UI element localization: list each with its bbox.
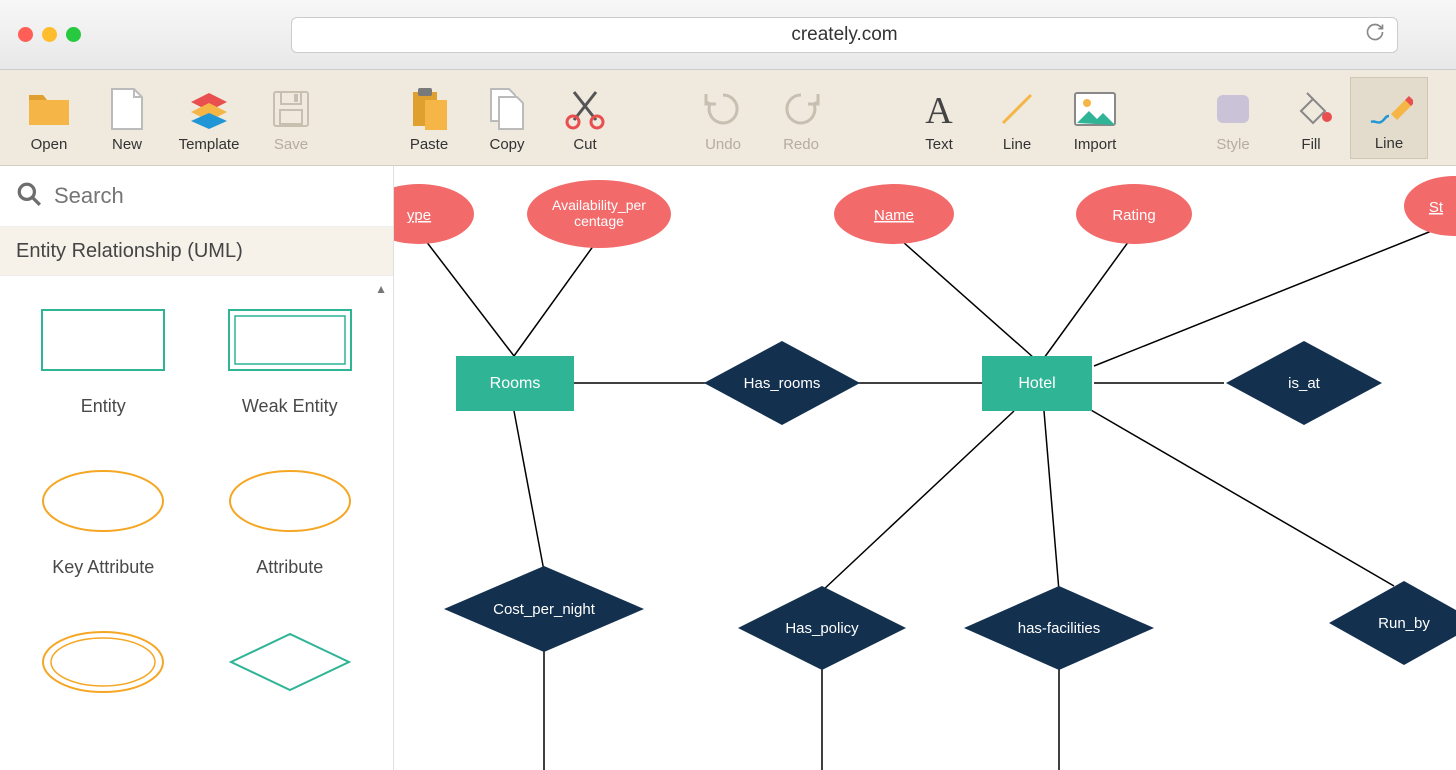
open-button[interactable]: Open (10, 77, 88, 159)
rel-is-at[interactable]: is_at (1288, 375, 1321, 392)
attribute-type[interactable]: ype (407, 207, 431, 224)
minimize-window-button[interactable] (42, 27, 57, 42)
redo-icon (781, 86, 821, 132)
reload-icon[interactable] (1365, 22, 1385, 48)
import-button[interactable]: Import (1056, 77, 1134, 159)
workspace: Entity Relationship (UML) ▲ Entity Weak … (0, 166, 1456, 770)
entity-hotel[interactable]: Hotel (1018, 375, 1055, 392)
url-text: creately.com (791, 24, 897, 46)
entity-rooms[interactable]: Rooms (490, 375, 541, 392)
line-tool-button[interactable]: Line (978, 77, 1056, 159)
text-icon: A (919, 86, 959, 132)
weak-entity-shape-icon (225, 306, 355, 374)
shape-list: ▲ Entity Weak Entity Key Attribute Attri… (0, 276, 393, 770)
fill-button[interactable]: Fill (1272, 77, 1350, 159)
relationship-shape-icon (225, 628, 355, 696)
style-button[interactable]: Style (1194, 77, 1272, 159)
browser-chrome: creately.com (0, 0, 1456, 70)
rel-has-policy[interactable]: Has_policy (785, 620, 859, 637)
svg-text:A: A (925, 90, 953, 129)
search-input[interactable] (54, 183, 377, 209)
paste-icon (409, 86, 449, 132)
attribute-name[interactable]: Name (874, 207, 914, 224)
attribute-rating[interactable]: Rating (1112, 207, 1155, 224)
search-icon (16, 181, 42, 212)
pencil-icon (1365, 85, 1413, 131)
cut-icon (564, 86, 606, 132)
shape-attribute[interactable]: Attribute (197, 467, 384, 578)
shape-panel: Entity Relationship (UML) ▲ Entity Weak … (0, 166, 394, 770)
rel-has-facilities[interactable]: has-facilities (1018, 620, 1101, 637)
search-row (0, 166, 393, 226)
key-attribute-shape-icon (38, 467, 168, 535)
style-icon (1211, 86, 1255, 132)
template-button[interactable]: Template (166, 77, 252, 159)
rel-cost-per-night[interactable]: Cost_per_night (493, 601, 596, 618)
folder-icon (27, 86, 71, 132)
undo-icon (703, 86, 743, 132)
shape-key-attribute[interactable]: Key Attribute (10, 467, 197, 578)
maximize-window-button[interactable] (66, 27, 81, 42)
close-window-button[interactable] (18, 27, 33, 42)
save-button[interactable]: Save (252, 77, 330, 159)
entity-shape-icon (38, 306, 168, 374)
traffic-lights (18, 27, 81, 42)
shape-weak-entity[interactable]: Weak Entity (197, 306, 384, 417)
cut-button[interactable]: Cut (546, 77, 624, 159)
copy-button[interactable]: Copy (468, 77, 546, 159)
scroll-up-icon[interactable]: ▲ (375, 282, 387, 296)
toolbar: Open New Template Save Paste Copy C (0, 70, 1456, 166)
rel-run-by[interactable]: Run_by (1378, 615, 1430, 632)
multivalued-attribute-shape-icon (38, 628, 168, 696)
save-icon (272, 86, 310, 132)
address-bar[interactable]: creately.com (291, 17, 1398, 53)
attribute-st[interactable]: St (1429, 199, 1444, 216)
section-header[interactable]: Entity Relationship (UML) (0, 226, 393, 276)
line-icon (997, 86, 1037, 132)
shape-multivalued-attribute[interactable] (10, 628, 197, 696)
text-tool-button[interactable]: A Text (900, 77, 978, 159)
rel-has-rooms[interactable]: Has_rooms (744, 375, 821, 392)
diagram-canvas[interactable]: ype Availability_percentage Name Rating … (394, 166, 1456, 770)
shape-entity[interactable]: Entity (10, 306, 197, 417)
attribute-shape-icon (225, 467, 355, 535)
line-style-button[interactable]: Line (1350, 77, 1428, 159)
er-diagram: ype Availability_percentage Name Rating … (394, 166, 1456, 770)
template-icon (187, 86, 231, 132)
shape-relationship[interactable] (197, 628, 384, 696)
undo-button[interactable]: Undo (684, 77, 762, 159)
new-document-icon (110, 86, 144, 132)
copy-icon (487, 86, 527, 132)
import-icon (1073, 86, 1117, 132)
new-button[interactable]: New (88, 77, 166, 159)
redo-button[interactable]: Redo (762, 77, 840, 159)
fill-icon (1289, 86, 1333, 132)
paste-button[interactable]: Paste (390, 77, 468, 159)
